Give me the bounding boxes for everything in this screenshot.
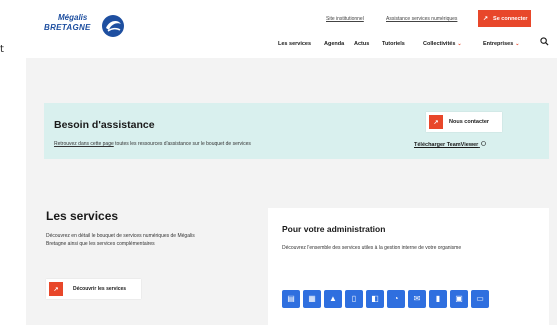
service-tiles: ▤ ▦ ▲ ▯ ◧ ◔ ✉ ▮ ▣ ▭ [282,290,489,308]
nav-les-services[interactable]: Les services [278,41,311,47]
chevron-down-icon: ⌄ [457,41,462,47]
chart-icon[interactable]: ◧ [366,290,384,308]
arrow-icon: ↗ [49,282,63,296]
services-title: Les services [46,209,119,223]
table-icon[interactable]: ▦ [303,290,321,308]
teamviewer-link[interactable]: Télécharger TeamViewer [414,141,486,148]
assistance-page-link[interactable]: Retrouvez dans cette page [54,141,114,147]
clock-icon[interactable]: ◔ [387,290,405,308]
nav-tutoriels[interactable]: Tutoriels [382,41,405,47]
login-icon: ↗ [483,16,489,22]
landscape-icon[interactable]: ▲ [324,290,342,308]
assistance-banner: Besoin d'assistance Retrouvez dans cette… [44,103,549,159]
stray-char: t [0,44,4,55]
nav-entreprises[interactable]: Entreprises ⌄ [483,41,519,47]
connect-label: Se connecter [493,15,528,22]
contact-label: Nous contacter [449,119,490,125]
nav-collectivites[interactable]: Collectivités ⌄ [423,41,462,47]
assistance-title: Besoin d'assistance [54,119,155,131]
logo-line1: Mégalis [58,13,88,22]
discover-services-button[interactable]: ↗ Découvrir les services [46,279,141,299]
contact-button[interactable]: ↗ Nous contacter [426,112,502,132]
site-header: Mégalis BRETAGNE Site institutionnel Ass… [26,0,557,58]
connect-button[interactable]: ↗ Se connecter [478,10,531,27]
file-icon[interactable]: ▯ [345,290,363,308]
logo-line2: BRETAGNE [44,23,91,32]
administration-card: Pour votre administration Découvrez l'en… [268,208,549,325]
discover-services-label: Découvrir les services [73,286,127,292]
administration-title: Pour votre administration [282,224,386,234]
util-link-assistance[interactable]: Assistance services numériques [386,16,457,22]
mail-icon[interactable]: ✉ [408,290,426,308]
logo-mark-icon [102,15,124,37]
util-link-site[interactable]: Site institutionnel [326,16,364,22]
administration-text: Découvrez l'ensemble des services utiles… [282,245,462,251]
nav-actus[interactable]: Actus [354,41,369,47]
archive-icon[interactable]: ▭ [471,290,489,308]
document-icon[interactable]: ▤ [282,290,300,308]
services-text: Découvrez en détail le bouquet de servic… [46,233,195,247]
search-icon[interactable] [540,37,549,46]
phone-icon[interactable]: ▮ [429,290,447,308]
building-icon[interactable]: ▣ [450,290,468,308]
megalis-logo[interactable]: Mégalis BRETAGNE [44,12,134,40]
download-icon [481,141,486,146]
nav-agenda[interactable]: Agenda [324,41,344,47]
assistance-text: Retrouvez dans cette page toutes les res… [54,141,251,147]
external-link-icon: ↗ [429,115,443,129]
chevron-down-icon: ⌄ [515,41,520,47]
